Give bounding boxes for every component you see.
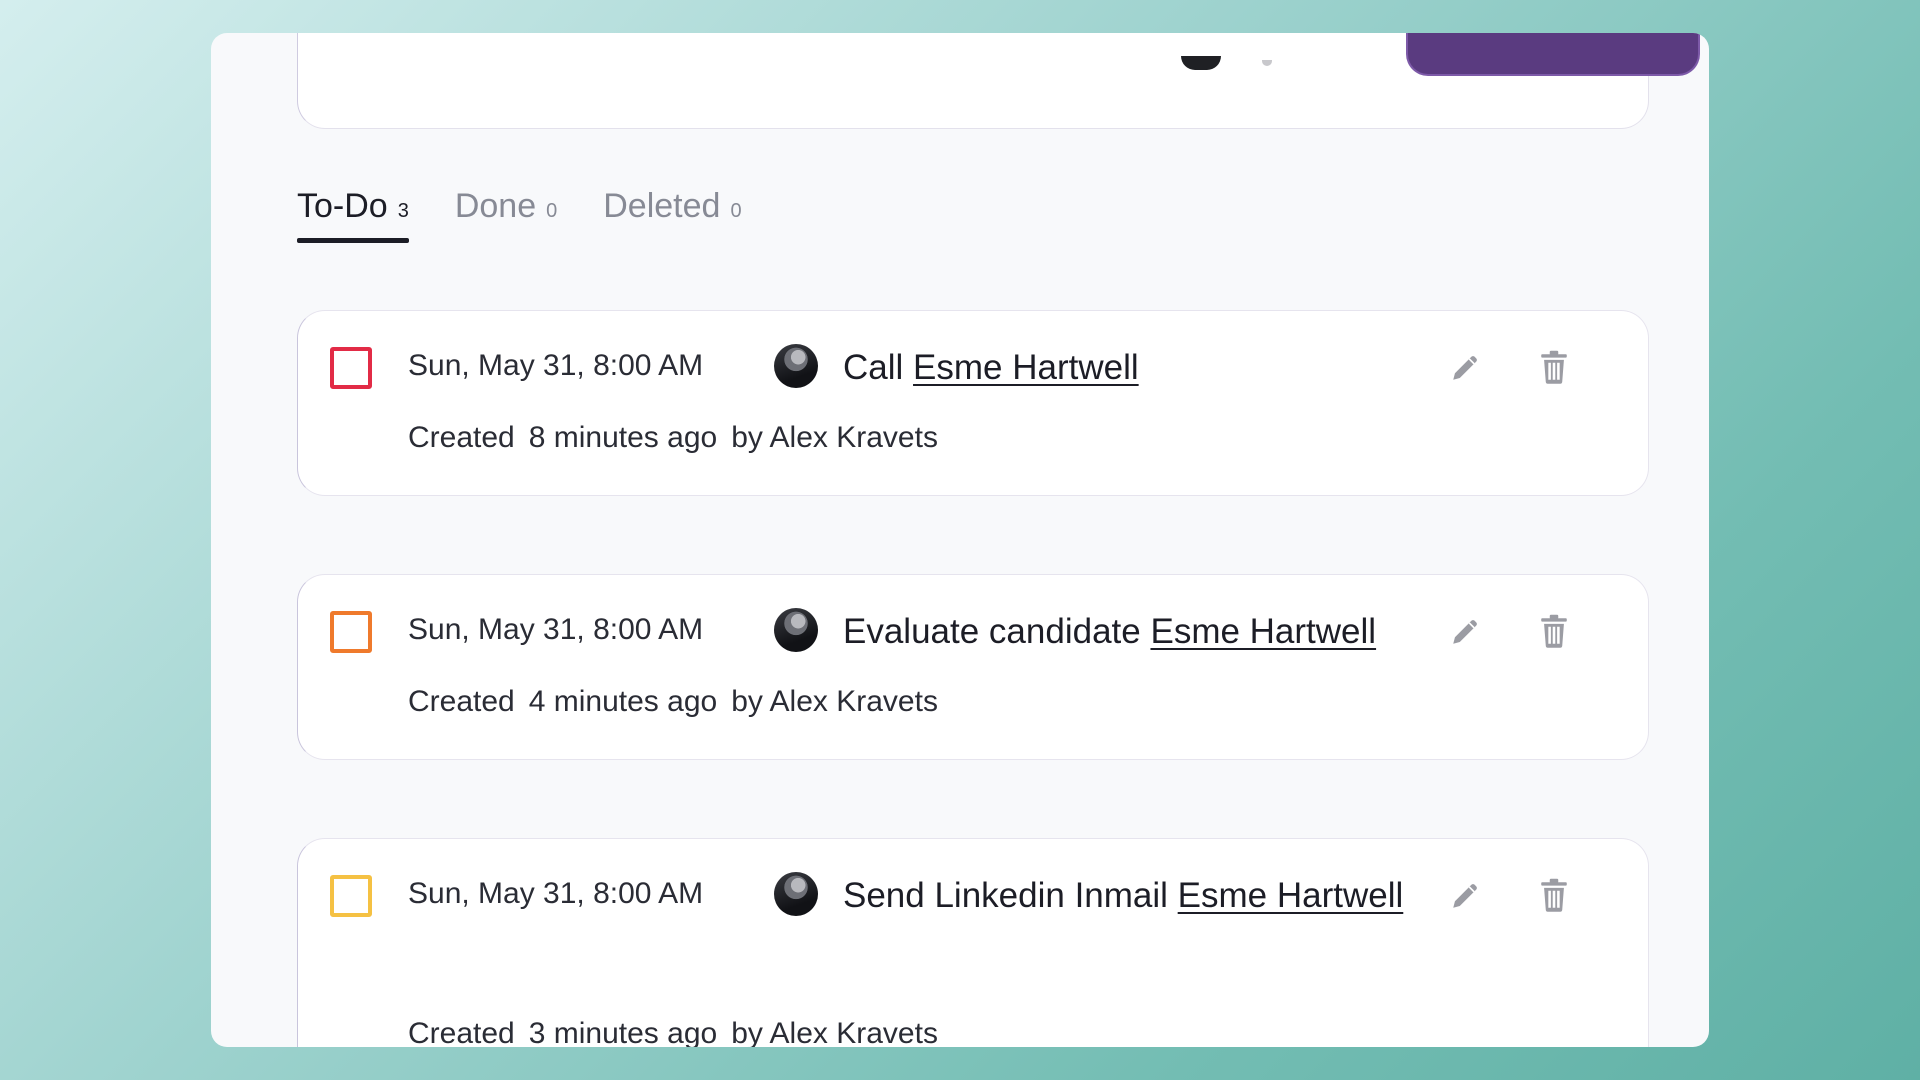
avatar [774, 608, 818, 652]
task-action: Evaluate candidate [843, 612, 1141, 651]
task-card: Sun, May 31, 8:00 AM Call Esme Hartwell … [297, 310, 1649, 496]
candidate-link[interactable]: Esme Hartwell [1178, 876, 1404, 915]
task-complete-checkbox[interactable] [330, 611, 372, 653]
created-label: Created [408, 685, 515, 718]
task-meta: Created 4 minutes ago by Alex Kravets [408, 685, 952, 719]
task-action: Send Linkedin Inmail [843, 876, 1168, 915]
tab-count: 0 [546, 200, 558, 222]
task-complete-checkbox[interactable] [330, 347, 372, 389]
task-title: Send Linkedin Inmail Esme Hartwell [843, 876, 1403, 916]
delete-task-button[interactable] [1536, 877, 1572, 913]
edit-task-button[interactable] [1448, 613, 1484, 649]
tasks-panel: To-Do 3 Done 0 Deleted 0 Sun, May 31, 8:… [211, 33, 1709, 1047]
avatar [774, 344, 818, 388]
task-title: Evaluate candidate Esme Hartwell [843, 612, 1376, 652]
task-meta: Created 8 minutes ago by Alex Kravets [408, 421, 952, 455]
header-avatar [1181, 56, 1221, 70]
delete-task-button[interactable] [1536, 349, 1572, 385]
pencil-icon [1453, 356, 1477, 380]
tab-label: To-Do [297, 187, 388, 225]
candidate-header-card [297, 33, 1700, 129]
tab-done[interactable]: Done 0 [455, 173, 557, 237]
task-action: Call [843, 348, 904, 387]
created-time: 8 minutes ago [528, 421, 718, 454]
task-complete-checkbox[interactable] [330, 875, 372, 917]
pencil-icon [1453, 620, 1477, 644]
tab-count: 0 [730, 200, 742, 222]
created-time: 4 minutes ago [528, 685, 718, 718]
trash-icon [1541, 350, 1567, 384]
task-due-date: Sun, May 31, 8:00 AM [408, 613, 704, 646]
task-due-date: Sun, May 31, 8:00 AM [408, 877, 704, 910]
edit-task-button[interactable] [1448, 349, 1484, 385]
trash-icon [1541, 614, 1567, 648]
created-by: by Alex Kravets [731, 685, 938, 718]
delete-task-button[interactable] [1536, 613, 1572, 649]
task-card: Sun, May 31, 8:00 AM Evaluate candidate … [297, 574, 1649, 760]
header-status-dot [1262, 60, 1272, 66]
created-label: Created [408, 1017, 515, 1047]
created-by: by Alex Kravets [731, 1017, 938, 1047]
tab-todo[interactable]: To-Do 3 [297, 173, 409, 243]
tab-count: 3 [397, 200, 409, 222]
header-action-button[interactable] [1406, 33, 1700, 76]
task-due-date: Sun, May 31, 8:00 AM [408, 349, 704, 382]
pencil-icon [1453, 884, 1477, 908]
created-label: Created [408, 421, 515, 454]
task-card: Sun, May 31, 8:00 AM Send Linkedin Inmai… [297, 838, 1649, 1047]
tab-label: Deleted [603, 187, 721, 225]
candidate-link[interactable]: Esme Hartwell [1150, 612, 1376, 651]
candidate-link[interactable]: Esme Hartwell [913, 348, 1139, 387]
task-meta: Created 3 minutes ago by Alex Kravets [408, 1017, 952, 1047]
edit-task-button[interactable] [1448, 877, 1484, 913]
trash-icon [1541, 878, 1567, 912]
created-by: by Alex Kravets [731, 421, 938, 454]
task-title: Call Esme Hartwell [843, 348, 1139, 388]
created-time: 3 minutes ago [528, 1017, 718, 1047]
task-tabs: To-Do 3 Done 0 Deleted 0 [297, 173, 788, 243]
tab-deleted[interactable]: Deleted 0 [603, 173, 741, 237]
tab-label: Done [454, 187, 537, 225]
avatar [774, 872, 818, 916]
